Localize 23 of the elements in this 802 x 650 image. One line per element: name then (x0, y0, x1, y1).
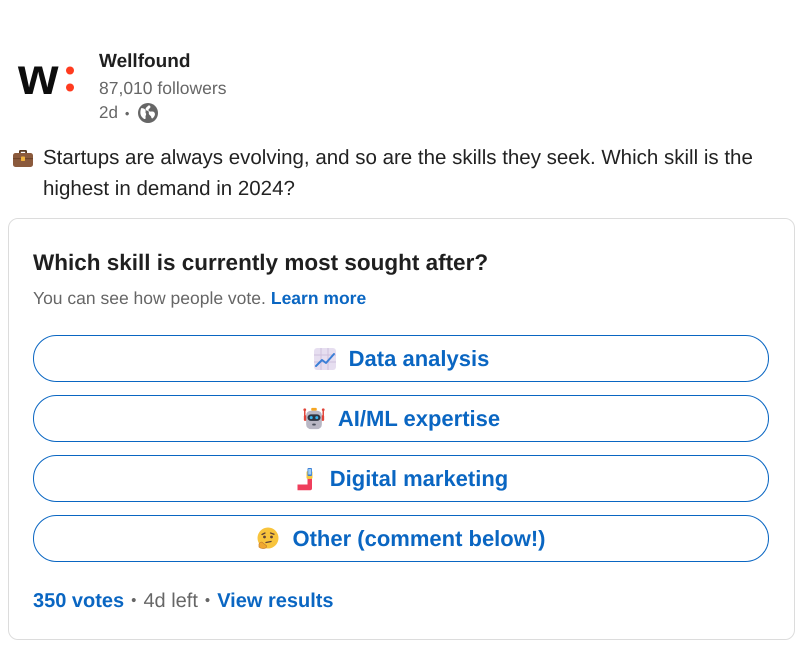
globe-icon (138, 103, 158, 123)
post-text: Startups are always evolving, and so are the skills they seek. Which skill is the highest in demand in 2024? (43, 145, 754, 202)
chart-increasing-icon (312, 346, 337, 370)
view-results-link[interactable]: View results (217, 589, 334, 613)
poll-option[interactable]: AI/ML expertise (33, 395, 769, 442)
poll-note: You can see how people vote. (33, 288, 266, 308)
thinking-face-icon (256, 526, 280, 550)
poll-option[interactable]: Digital marketing (33, 455, 769, 502)
votes-link[interactable]: 350 votes (33, 589, 124, 613)
time-left: 4d left (143, 589, 198, 613)
follower-count: 87,010 followers (99, 77, 226, 100)
poll-question: Which skill is currently most sought after? (33, 249, 490, 277)
learn-more-link[interactable]: Learn more (270, 288, 366, 308)
bullet-separator: • (124, 106, 130, 120)
company-logo[interactable]: w (18, 52, 88, 112)
robot-icon (302, 406, 326, 430)
post-age: 2d (99, 103, 118, 123)
author-name[interactable]: Wellfound (99, 48, 226, 75)
bullet-separator: • (131, 591, 136, 611)
bullet-separator: • (204, 591, 210, 611)
poll-option[interactable]: Data analysis (33, 335, 769, 382)
briefcase-icon (12, 148, 34, 168)
poll-option[interactable]: Other (comment below!) (33, 515, 769, 562)
